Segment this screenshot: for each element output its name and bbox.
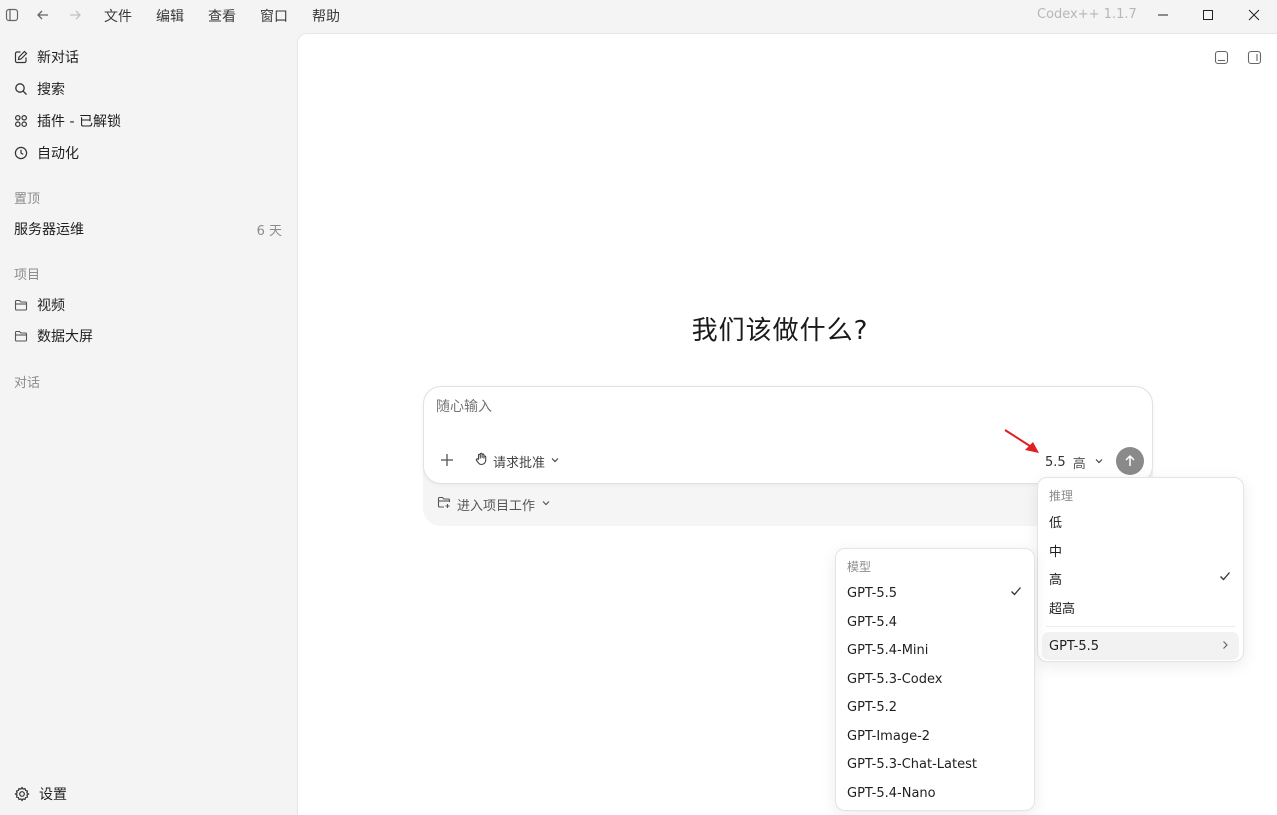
page-title: 我们该做什么? — [691, 316, 869, 346]
sidebar-item-project-video[interactable]: 视频 — [14, 293, 65, 317]
close-icon[interactable] — [1242, 4, 1266, 26]
hand-icon — [474, 452, 488, 470]
send-button[interactable] — [1116, 447, 1144, 475]
model-option-gpt-5-4-nano[interactable]: GPT-5.4-Nano — [847, 782, 1022, 804]
main-panel: 我们该做什么? 请求批准 5.5 高 — [297, 33, 1277, 815]
option-label: GPT-5.3-Chat-Latest — [847, 756, 977, 772]
enter-project-button[interactable]: 进入项目工作 — [437, 494, 551, 514]
chevron-down-icon — [550, 454, 560, 469]
model-option-gpt-5-3-chat-latest[interactable]: GPT-5.3-Chat-Latest — [847, 753, 1022, 775]
sidebar-item-label: 视频 — [37, 298, 65, 314]
folder-icon — [14, 298, 28, 312]
sidebar-toggle-icon[interactable] — [3, 6, 21, 24]
reasoning-level-label: 高 — [1072, 456, 1086, 472]
sidebar-item-label: 数据大屏 — [37, 329, 93, 345]
option-label: GPT-Image-2 — [847, 728, 931, 744]
checkmark-icon — [1010, 585, 1022, 601]
option-label: 中 — [1049, 544, 1063, 560]
option-label: 低 — [1049, 515, 1063, 531]
model-submenu-item[interactable]: GPT-5.5 — [1042, 632, 1239, 660]
model-option-gpt-5-2[interactable]: GPT-5.2 — [847, 696, 1022, 718]
annotation-arrow-icon — [1004, 429, 1039, 453]
edit-icon — [14, 50, 28, 64]
app-version: Codex++ 1.1.7 — [1037, 7, 1137, 22]
back-icon[interactable] — [34, 6, 52, 24]
reasoning-menu: 推理 低 中 高 超高 GPT-5.5 — [1037, 477, 1244, 662]
sidebar-item-label: 新对话 — [37, 50, 79, 66]
settings-button[interactable]: 设置 — [14, 782, 67, 806]
model-version-label: 5.5 — [1045, 454, 1066, 470]
enter-project-label: 进入项目工作 — [457, 498, 536, 514]
reasoning-option-low[interactable]: 低 — [1049, 510, 1231, 532]
sidebar-item-label: 自动化 — [37, 146, 79, 162]
model-selector[interactable]: 5.5 高 — [1045, 453, 1104, 472]
folder-plus-icon — [437, 495, 451, 513]
add-attachment-button[interactable] — [438, 451, 456, 469]
model-option-gpt-image-2[interactable]: GPT-Image-2 — [847, 725, 1022, 747]
model-option-gpt-5-4[interactable]: GPT-5.4 — [847, 611, 1022, 633]
option-label: GPT-5.2 — [847, 699, 898, 715]
prompt-input[interactable] — [436, 399, 1036, 415]
chats-section-label: 对话 — [14, 376, 41, 391]
chevron-down-icon — [541, 497, 551, 512]
sidebar: 新对话 搜索 插件 - 已解锁 自动化 置顶 服务器运维 6 天 项目 视频 数… — [0, 30, 296, 815]
option-label: GPT-5.4-Mini — [847, 642, 929, 658]
sidebar-item-automation[interactable]: 自动化 — [14, 141, 79, 165]
gear-icon — [14, 786, 30, 802]
reasoning-option-medium[interactable]: 中 — [1049, 539, 1231, 561]
projects-section-label: 项目 — [14, 268, 41, 283]
menu-edit[interactable]: 编辑 — [156, 6, 184, 26]
search-icon — [14, 82, 28, 96]
option-label: GPT-5.4 — [847, 614, 898, 630]
option-label: 高 — [1049, 572, 1063, 588]
sidebar-item-new-chat[interactable]: 新对话 — [14, 45, 79, 69]
bottom-panel-toggle-icon[interactable] — [1213, 49, 1229, 65]
reasoning-option-extra-high[interactable]: 超高 — [1049, 596, 1231, 618]
clock-icon — [14, 146, 28, 160]
menu-help[interactable]: 帮助 — [312, 6, 340, 26]
forward-icon[interactable] — [66, 6, 84, 24]
model-menu: 模型 GPT-5.5 GPT-5.4 GPT-5.4-Mini GPT-5.3-… — [835, 548, 1035, 811]
reasoning-option-high[interactable]: 高 — [1049, 567, 1231, 589]
pinned-chat-title: 服务器运维 — [14, 222, 84, 238]
composer: 请求批准 5.5 高 — [423, 386, 1153, 484]
right-panel-toggle-icon[interactable] — [1246, 49, 1262, 65]
sidebar-item-search[interactable]: 搜索 — [14, 77, 65, 101]
pinned-section-label: 置顶 — [14, 192, 41, 207]
chevron-right-icon — [1220, 639, 1230, 654]
chevron-down-icon — [1094, 455, 1104, 470]
model-menu-label: 模型 — [847, 560, 872, 574]
menu-view[interactable]: 查看 — [208, 6, 236, 26]
sidebar-item-label: 插件 - 已解锁 — [37, 114, 121, 130]
sidebar-item-plugins[interactable]: 插件 - 已解锁 — [14, 109, 121, 133]
pinned-chat-item[interactable]: 服务器运维 6 天 — [14, 217, 282, 241]
option-label: GPT-5.4-Nano — [847, 785, 936, 801]
title-bar: 文件 编辑 查看 窗口 帮助 Codex++ 1.1.7 — [0, 0, 1277, 30]
arrow-up-icon — [1125, 454, 1135, 466]
settings-label: 设置 — [39, 787, 67, 803]
approval-mode-dropdown[interactable]: 请求批准 — [474, 451, 560, 471]
checkmark-icon — [1219, 570, 1231, 586]
pinned-chat-age: 6 天 — [256, 223, 282, 239]
reasoning-menu-label: 推理 — [1049, 489, 1074, 503]
folder-icon — [14, 329, 28, 343]
maximize-icon[interactable] — [1196, 4, 1220, 26]
menu-file[interactable]: 文件 — [104, 6, 132, 26]
option-label: GPT-5.3-Codex — [847, 671, 943, 687]
plugins-icon — [14, 114, 28, 128]
option-label: 超高 — [1049, 601, 1076, 617]
approval-mode-label: 请求批准 — [493, 455, 546, 471]
minimize-icon[interactable] — [1151, 4, 1175, 26]
menu-window[interactable]: 窗口 — [260, 6, 288, 26]
sidebar-item-label: 搜索 — [37, 82, 65, 98]
sidebar-item-project-dashboard[interactable]: 数据大屏 — [14, 324, 93, 348]
model-submenu-label: GPT-5.5 — [1049, 638, 1100, 654]
model-option-gpt-5-4-mini[interactable]: GPT-5.4-Mini — [847, 639, 1022, 661]
menu-divider — [1046, 626, 1235, 627]
model-option-gpt-5-5[interactable]: GPT-5.5 — [847, 582, 1022, 604]
option-label: GPT-5.5 — [847, 585, 898, 601]
model-option-gpt-5-3-codex[interactable]: GPT-5.3-Codex — [847, 668, 1022, 690]
